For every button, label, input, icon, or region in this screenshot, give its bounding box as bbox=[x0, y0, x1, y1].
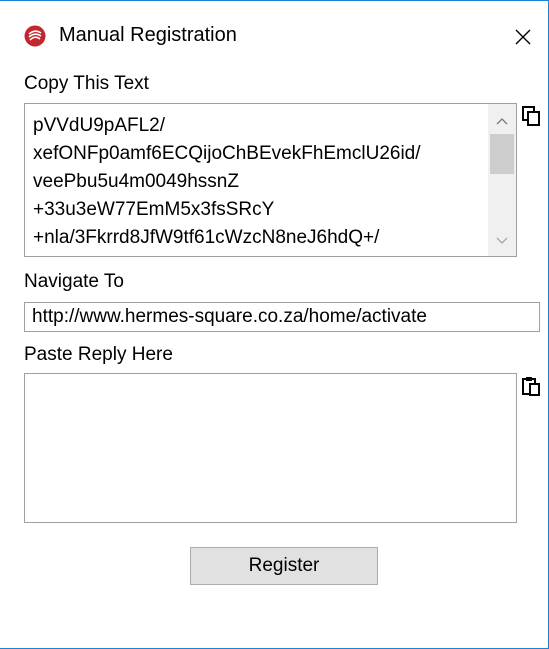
chevron-up-icon bbox=[496, 118, 508, 125]
copy-text-label: Copy This Text bbox=[24, 73, 149, 94]
paste-icon[interactable] bbox=[520, 375, 542, 397]
copy-text-area[interactable]: pVVdU9pAFL2/ xefONFp0amf6ECQijoChBEvekFh… bbox=[24, 103, 517, 257]
scrollbar-thumb[interactable] bbox=[490, 134, 514, 174]
paste-reply-field[interactable] bbox=[24, 373, 517, 523]
window-title: Manual Registration bbox=[59, 24, 237, 46]
vertical-scrollbar[interactable] bbox=[488, 104, 516, 256]
copy-text-line: pVVdU9pAFL2/ bbox=[33, 115, 166, 136]
scroll-up-button[interactable] bbox=[488, 110, 516, 132]
close-button[interactable] bbox=[505, 19, 541, 55]
register-button[interactable]: Register bbox=[190, 547, 378, 585]
manual-registration-window: Manual Registration Copy This Text pVVdU… bbox=[0, 0, 549, 649]
app-logo-icon bbox=[24, 25, 46, 47]
paste-reply-label: Paste Reply Here bbox=[24, 344, 173, 365]
navigate-to-label: Navigate To bbox=[24, 271, 124, 292]
copy-text-line: +nla/3Fkrrd8JfW9tf61cWzcN8neJ6hdQ+/ bbox=[33, 227, 380, 248]
copy-text-line: veePbu5u4m0049hssnZ bbox=[33, 171, 239, 192]
navigate-url-field[interactable]: http://www.hermes-square.co.za/home/acti… bbox=[24, 302, 540, 332]
chevron-down-icon bbox=[496, 237, 508, 244]
copy-text-content[interactable]: pVVdU9pAFL2/ xefONFp0amf6ECQijoChBEvekFh… bbox=[33, 112, 503, 252]
copy-text-line: xefONFp0amf6ECQijoChBEvekFhEmclU26id/ bbox=[33, 143, 421, 164]
title-bar[interactable]: Manual Registration bbox=[0, 1, 548, 65]
scroll-down-button[interactable] bbox=[488, 230, 516, 252]
copy-text-line: +33u3eW77EmM5x3fsSRcY bbox=[33, 199, 275, 220]
copy-icon[interactable] bbox=[520, 105, 542, 127]
close-icon bbox=[515, 29, 531, 45]
